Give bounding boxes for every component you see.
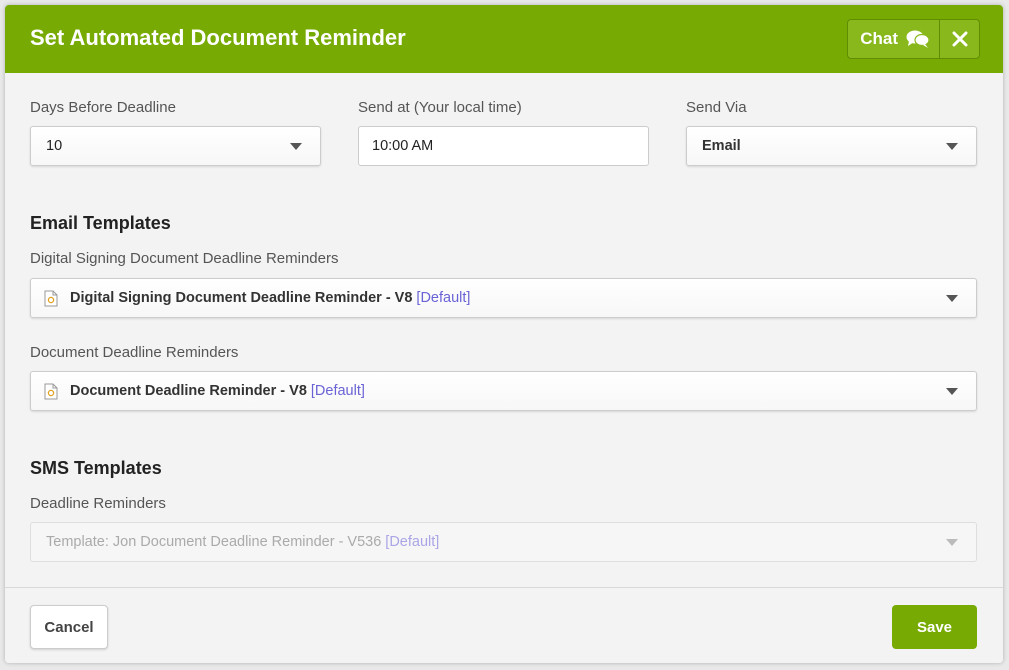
- days-before-select[interactable]: 10: [30, 126, 321, 166]
- default-tag: [Default]: [310, 383, 365, 399]
- sms-deadline-template-select[interactable]: Template: Jon Document Deadline Reminder…: [30, 522, 977, 562]
- send-at-label: Send at (Your local time): [358, 99, 522, 116]
- digital-signing-label: Digital Signing Document Deadline Remind…: [30, 250, 339, 267]
- email-templates-heading: Email Templates: [30, 213, 171, 233]
- reminder-modal: Set Automated Document Reminder Chat Day…: [5, 5, 1003, 663]
- days-before-label: Days Before Deadline: [30, 99, 176, 116]
- send-at-value: 10:00 AM: [372, 138, 434, 154]
- caret-down-icon: [946, 295, 958, 302]
- default-tag: [Default]: [385, 534, 440, 550]
- sms-deadline-template-name: Template: Jon Document Deadline Reminder…: [46, 534, 382, 550]
- document-deadline-label: Document Deadline Reminders: [30, 344, 239, 361]
- chat-bubbles-icon: [906, 30, 930, 48]
- close-button[interactable]: [940, 20, 979, 58]
- header-buttons: Chat: [847, 19, 980, 59]
- caret-down-icon: [290, 143, 302, 150]
- send-via-select[interactable]: Email: [686, 126, 977, 166]
- chat-label: Chat: [860, 29, 898, 48]
- document-icon: [44, 290, 58, 307]
- digital-signing-template-name: Digital Signing Document Deadline Remind…: [70, 290, 413, 306]
- send-via-value: Email: [702, 138, 741, 154]
- sms-deadline-template-value: Template: Jon Document Deadline Reminder…: [31, 534, 976, 550]
- send-via-label: Send Via: [686, 99, 747, 116]
- chat-button[interactable]: Chat: [848, 20, 940, 58]
- digital-signing-template-select[interactable]: Digital Signing Document Deadline Remind…: [30, 278, 977, 318]
- document-icon: [44, 383, 58, 400]
- caret-down-icon: [946, 143, 958, 150]
- cancel-button[interactable]: Cancel: [30, 605, 108, 649]
- sms-deadline-label: Deadline Reminders: [30, 495, 166, 512]
- modal-footer: Cancel Save: [5, 587, 1003, 663]
- caret-down-icon: [946, 388, 958, 395]
- modal-title: Set Automated Document Reminder: [30, 25, 406, 50]
- days-before-value: 10: [46, 138, 63, 154]
- caret-down-icon: [946, 539, 958, 546]
- document-deadline-template-name: Document Deadline Reminder - V8: [70, 383, 307, 399]
- sms-templates-heading: SMS Templates: [30, 458, 162, 478]
- save-button[interactable]: Save: [892, 605, 977, 649]
- document-deadline-template-select[interactable]: Document Deadline Reminder - V8 [Default…: [30, 371, 977, 411]
- modal-header: Set Automated Document Reminder Chat: [5, 5, 1003, 73]
- close-icon: [952, 31, 967, 47]
- send-at-input[interactable]: 10:00 AM: [358, 126, 649, 166]
- default-tag: [Default]: [416, 290, 471, 306]
